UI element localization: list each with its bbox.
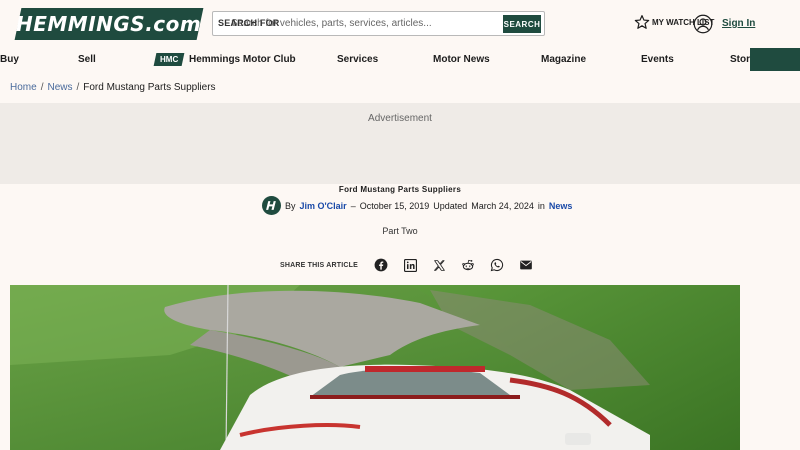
main-nav: Buy Sell Hemmings Motor Club Services Mo… xyxy=(0,48,800,72)
breadcrumb-current: Ford Mustang Parts Suppliers xyxy=(83,82,216,93)
author-link[interactable]: Jim O'Clair xyxy=(300,201,347,211)
advertisement-slot: Advertisement xyxy=(0,103,800,184)
breadcrumb: Home / News / Ford Mustang Parts Supplie… xyxy=(10,82,216,93)
updated-label: Updated xyxy=(433,200,468,211)
reddit-icon[interactable] xyxy=(461,258,475,272)
nav-item-buy[interactable]: Buy xyxy=(0,54,19,65)
breadcrumb-news[interactable]: News xyxy=(47,82,72,93)
nav-item-magazine[interactable]: Magazine xyxy=(541,54,586,65)
whatsapp-icon[interactable] xyxy=(490,258,504,272)
advertisement-label: Advertisement xyxy=(368,113,432,124)
logo-text: HEMMINGS.com xyxy=(16,12,202,36)
hemmings-logo[interactable]: HEMMINGS.com xyxy=(14,8,204,40)
breadcrumb-separator: / xyxy=(40,82,44,93)
nav-item-events[interactable]: Events xyxy=(641,54,674,65)
byline-in: in xyxy=(537,200,545,211)
byline-by: By xyxy=(285,200,296,211)
star-icon xyxy=(634,15,650,29)
article-subtitle: Part Two xyxy=(382,226,418,236)
share-label: SHARE THIS ARTICLE xyxy=(280,261,359,269)
category-link[interactable]: News xyxy=(549,201,573,211)
nav-item-hemmings-motor-club[interactable]: Hemmings Motor Club xyxy=(189,54,296,65)
breadcrumb-home[interactable]: Home xyxy=(10,82,37,93)
email-icon[interactable] xyxy=(519,258,533,272)
byline: By Jim O'Clair – October 15, 2019 Update… xyxy=(262,196,572,215)
breadcrumb-separator: / xyxy=(76,82,80,93)
hmc-badge-text: HMC xyxy=(159,55,179,64)
site-header: HEMMINGS.com SEARCH FOR SEARCH MY WATCH … xyxy=(0,0,800,48)
nav-item-services[interactable]: Services xyxy=(337,54,378,65)
nav-item-motor-news[interactable]: Motor News xyxy=(433,54,490,65)
sign-in-link[interactable]: Sign In xyxy=(722,18,755,29)
mustang-photo xyxy=(10,285,740,450)
store-tab-highlight[interactable] xyxy=(750,48,800,71)
share-bar: SHARE THIS ARTICLE xyxy=(280,258,548,272)
byline-dash: – xyxy=(350,200,356,211)
nav-item-sell[interactable]: Sell xyxy=(78,54,96,65)
article-title: Ford Mustang Parts Suppliers xyxy=(338,185,462,194)
search-box: SEARCH FOR SEARCH xyxy=(212,11,545,36)
user-icon[interactable] xyxy=(693,14,713,34)
search-button[interactable]: SEARCH xyxy=(503,15,541,33)
linkedin-icon[interactable] xyxy=(403,258,417,272)
author-avatar xyxy=(262,196,281,215)
article-hero-image xyxy=(10,285,740,450)
updated-date: March 24, 2024 xyxy=(471,200,534,211)
facebook-icon[interactable] xyxy=(374,258,388,272)
publish-date: October 15, 2019 xyxy=(359,200,430,211)
hmc-logo-badge: HMC xyxy=(153,53,185,66)
search-label: SEARCH FOR xyxy=(218,18,280,28)
hemmings-h-icon xyxy=(266,201,276,210)
x-icon[interactable] xyxy=(432,258,446,272)
